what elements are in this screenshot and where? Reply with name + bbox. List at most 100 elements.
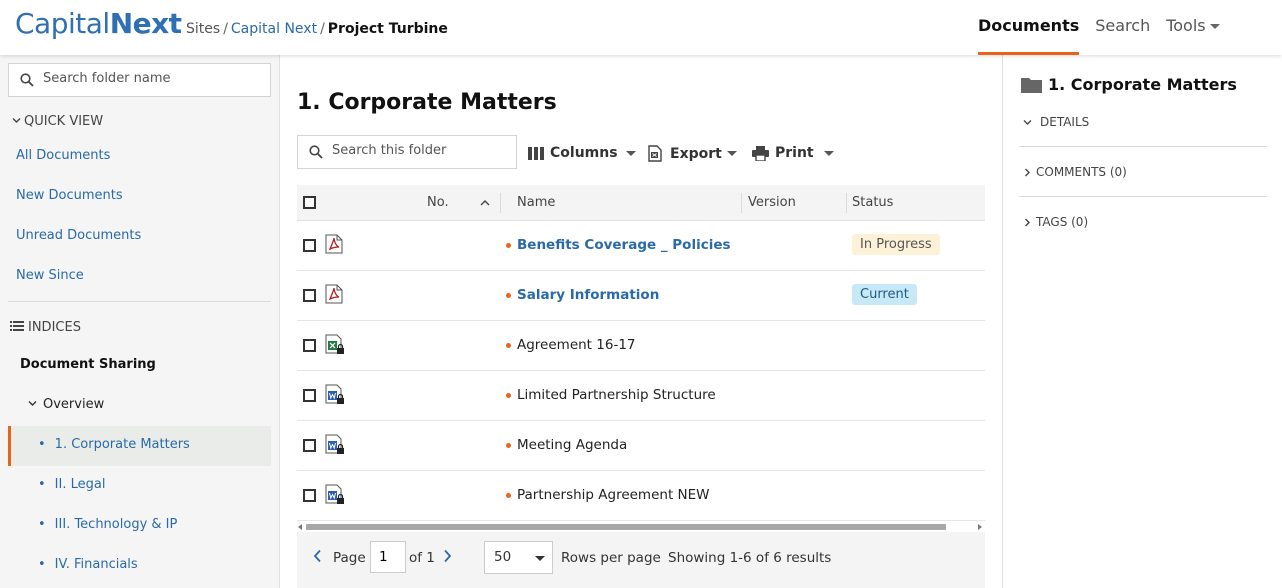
comments-section-toggle[interactable]: COMMENTS (0) (1023, 165, 1127, 179)
scroll-right-icon[interactable] (978, 524, 982, 530)
list-icon (10, 321, 24, 331)
column-header-version[interactable]: Version (748, 195, 796, 210)
quick-view-toggle[interactable]: QUICK VIEW (12, 114, 103, 129)
row-checkbox[interactable] (303, 489, 316, 502)
main-content: 1. Corporate Matters Columns Export Prin… (280, 55, 1002, 588)
printer-icon (752, 145, 769, 161)
chevron-down-icon (28, 401, 37, 406)
table-header: No. Name Version Status (297, 185, 985, 221)
excel-locked-icon (325, 334, 344, 354)
tree-item-corporate-matters[interactable]: • 1. Corporate Matters (38, 437, 190, 452)
row-checkbox[interactable] (303, 289, 316, 302)
tab-tools[interactable]: Tools (1166, 0, 1220, 55)
capitalnext-logo[interactable]: CapitalNext (15, 7, 182, 41)
chevron-down-icon (823, 150, 834, 156)
details-section-toggle[interactable]: DETAILS (1023, 115, 1089, 129)
breadcrumb: Sites / Capital Next / Project Turbine (186, 21, 448, 37)
document-name[interactable]: Agreement 16-17 (517, 337, 636, 353)
tree-group-overview[interactable]: Overview (28, 397, 104, 412)
chevron-left-icon[interactable] (313, 549, 322, 563)
pdf-icon (325, 234, 343, 254)
sidebar-divider (8, 301, 271, 302)
sidebar-item-unread-documents[interactable]: Unread Documents (16, 228, 141, 243)
row-checkbox[interactable] (303, 389, 316, 402)
table-row[interactable]: Agreement 16-17 (297, 321, 985, 371)
status-badge: Current (852, 284, 917, 305)
page-label: Page (333, 550, 366, 566)
table-row[interactable]: Salary Information Current (297, 271, 985, 321)
page-number-input[interactable] (370, 541, 406, 573)
row-checkbox[interactable] (303, 439, 316, 452)
export-button[interactable]: Export (647, 145, 737, 162)
status-badge: In Progress (852, 234, 940, 255)
pdf-icon (325, 284, 343, 304)
pagination-bar: Page of 1 50 Rows per page Showing 1-6 o… (297, 532, 985, 588)
export-icon (648, 145, 662, 162)
scrollbar-thumb[interactable] (306, 524, 946, 530)
chevron-down-icon (1209, 24, 1220, 29)
panel-title: 1. Corporate Matters (1021, 75, 1237, 94)
chevron-down-icon (726, 151, 737, 156)
column-header-status[interactable]: Status (852, 195, 893, 210)
chevron-down-icon (12, 118, 21, 123)
search-this-folder-input[interactable] (332, 143, 512, 158)
search-icon (309, 145, 323, 159)
sidebar-item-new-since[interactable]: New Since (16, 268, 84, 283)
columns-icon (528, 146, 544, 160)
tree-item-financials[interactable]: • IV. Financials (38, 557, 138, 572)
row-checkbox[interactable] (303, 339, 316, 352)
top-header: CapitalNext Sites / Capital Next / Project T… (0, 0, 1282, 55)
select-all-checkbox[interactable] (303, 196, 316, 209)
search-folder-box (8, 63, 271, 97)
page-count: of 1 (409, 550, 435, 566)
word-locked-icon (325, 434, 344, 454)
search-folder-input[interactable] (43, 71, 263, 86)
indices-toggle[interactable]: INDICES (10, 320, 81, 335)
rows-per-page-select[interactable]: 50 (484, 541, 553, 574)
tree-item-technology-ip[interactable]: • III. Technology & IP (38, 517, 177, 532)
breadcrumb-capital-next[interactable]: Capital Next (231, 21, 317, 37)
columns-button[interactable]: Columns (528, 145, 636, 161)
tab-search[interactable]: Search (1095, 0, 1150, 55)
breadcrumb-sites[interactable]: Sites (186, 21, 220, 37)
word-locked-icon (325, 484, 344, 504)
sidebar-item-new-documents[interactable]: New Documents (16, 188, 123, 203)
column-header-no[interactable]: No. (427, 195, 449, 210)
search-this-folder-box (297, 135, 517, 169)
breadcrumb-current: Project Turbine (327, 21, 448, 37)
tab-documents[interactable]: Documents (978, 0, 1080, 55)
table-row[interactable]: Partnership Agreement NEW (297, 471, 985, 521)
chevron-right-icon (1025, 218, 1030, 226)
tree-item-legal[interactable]: • II. Legal (38, 477, 105, 492)
document-name[interactable]: Partnership Agreement NEW (517, 487, 710, 503)
sidebar-item-all-documents[interactable]: All Documents (16, 148, 110, 163)
table-row[interactable]: Benefits Coverage _ Policies In Progress (297, 221, 985, 271)
table-row[interactable]: Limited Partnership Structure (297, 371, 985, 421)
horizontal-scrollbar[interactable] (297, 522, 985, 532)
document-name-link[interactable]: Benefits Coverage _ Policies (517, 237, 731, 253)
folder-icon (1021, 77, 1042, 93)
results-summary: Showing 1-6 of 6 results (668, 550, 832, 566)
table-row[interactable]: Meeting Agenda (297, 421, 985, 471)
tags-section-toggle[interactable]: TAGS (0) (1023, 215, 1088, 229)
column-header-name[interactable]: Name (517, 195, 555, 210)
print-button[interactable]: Print (752, 145, 834, 161)
document-name[interactable]: Limited Partnership Structure (517, 387, 716, 403)
document-name-link[interactable]: Salary Information (517, 287, 659, 303)
chevron-down-icon (625, 150, 636, 156)
chevron-right-icon (1025, 168, 1030, 176)
page-title: 1. Corporate Matters (297, 90, 557, 115)
word-locked-icon (325, 384, 344, 404)
tree-root-document-sharing[interactable]: Document Sharing (20, 357, 156, 372)
chevron-right-icon[interactable] (443, 549, 452, 563)
sort-up-icon[interactable] (480, 199, 490, 206)
rows-per-page-label: Rows per page (561, 550, 661, 566)
details-panel: 1. Corporate Matters DETAILS COMMENTS (0… (1002, 55, 1282, 588)
document-name[interactable]: Meeting Agenda (517, 437, 627, 453)
chevron-down-icon (1023, 119, 1032, 125)
sidebar: QUICK VIEW All Documents New Documents U… (0, 55, 280, 588)
top-nav: Documents Search Tools (978, 0, 1236, 55)
scroll-left-icon[interactable] (298, 524, 302, 530)
row-checkbox[interactable] (303, 239, 316, 252)
search-icon (20, 73, 34, 87)
